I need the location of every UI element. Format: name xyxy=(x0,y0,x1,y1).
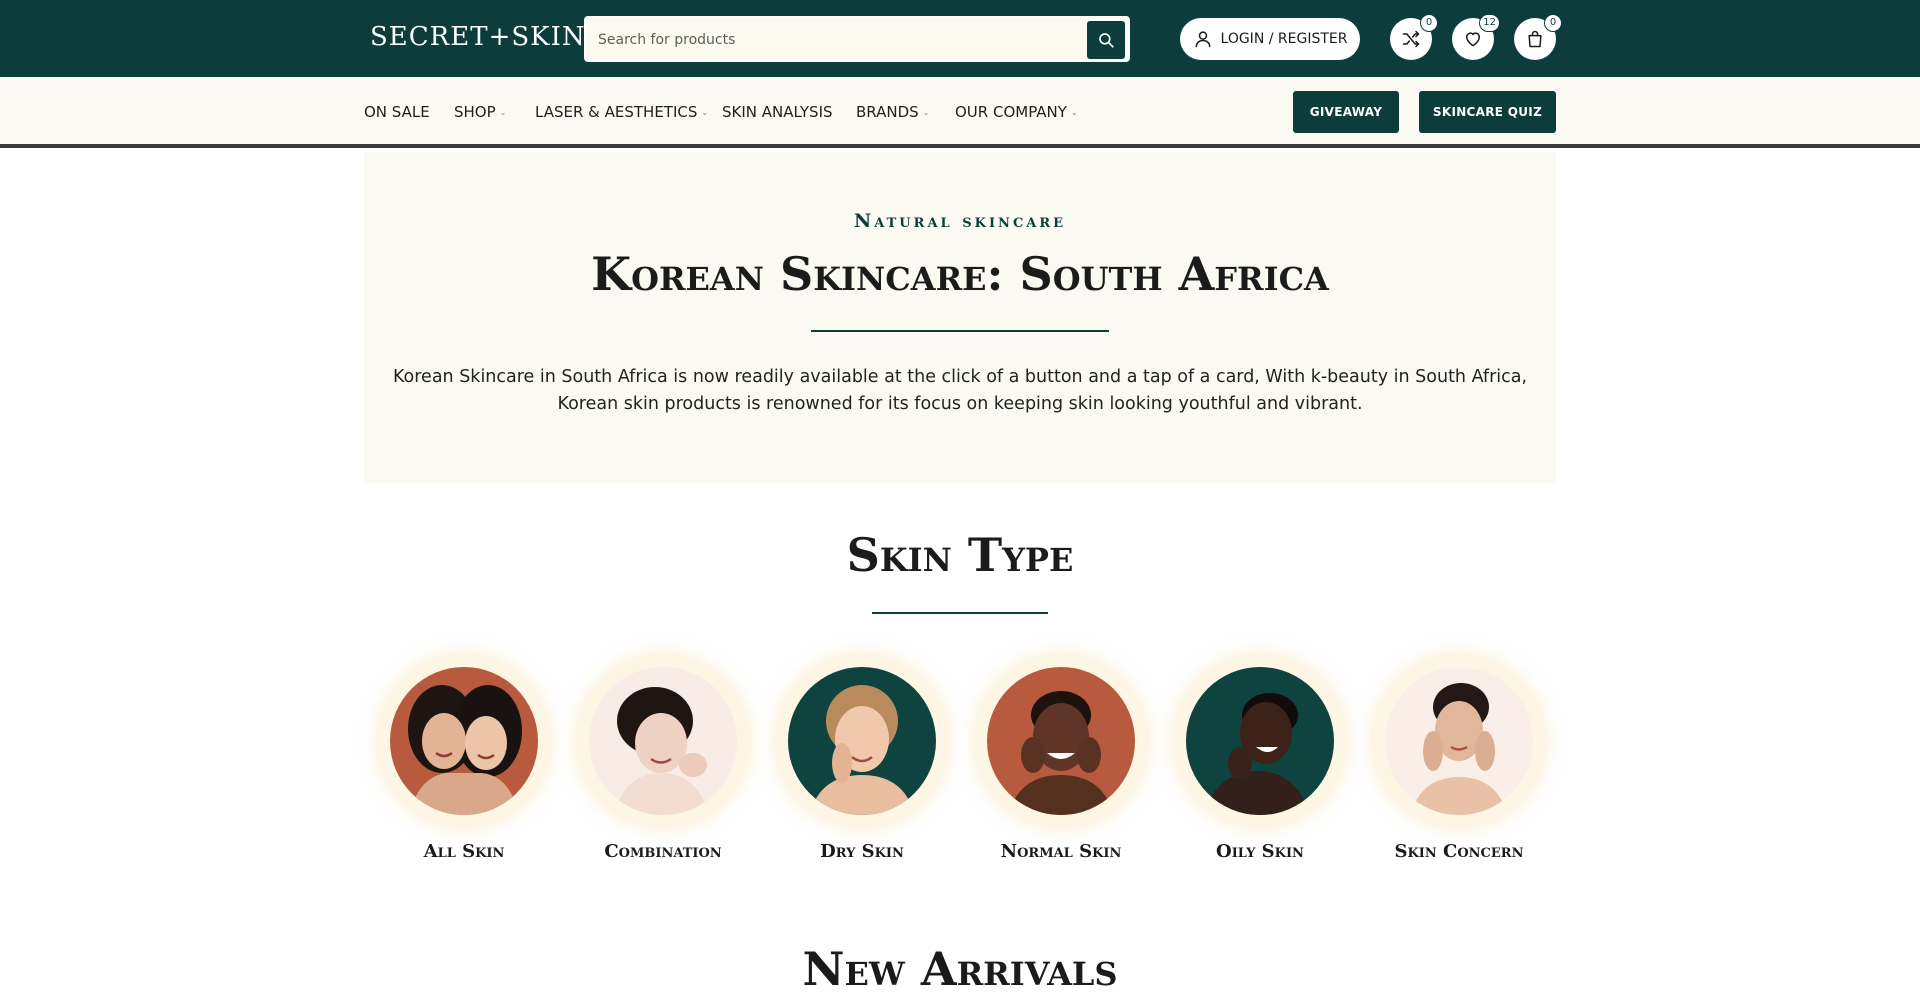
normal-skin-image xyxy=(987,667,1135,815)
skin-type-label: Combination xyxy=(604,841,722,862)
portrait-frame xyxy=(975,655,1147,827)
search-bar xyxy=(584,16,1130,62)
oily-skin-image xyxy=(1186,667,1334,815)
giveaway-button[interactable]: GIVEAWAY xyxy=(1293,91,1399,133)
top-header: SECRET+SKIN LOGIN / REGISTER 0 12 0 xyxy=(0,0,1920,77)
search-icon xyxy=(1099,33,1114,48)
skin-type-heading: Skin Type xyxy=(846,528,1074,582)
nav-item-brands[interactable]: BRANDS ⌄ xyxy=(856,103,929,121)
portrait-frame xyxy=(1174,655,1346,827)
chevron-down-icon: ⌄ xyxy=(701,107,709,117)
chevron-down-icon: ⌄ xyxy=(1070,107,1078,117)
chevron-down-icon: ⌄ xyxy=(499,107,507,117)
portrait-frame xyxy=(776,655,948,827)
page-title: Korean Skincare: South Africa xyxy=(591,247,1329,301)
skin-type-label: Dry Skin xyxy=(820,841,904,862)
skin-type-label: Oily Skin xyxy=(1216,841,1304,862)
nav-item-laser-aesthetics[interactable]: LASER & AESTHETICS ⌄ xyxy=(535,103,708,121)
heart-icon xyxy=(1466,32,1480,47)
wishlist-button[interactable]: 12 xyxy=(1452,14,1500,60)
nav-item-label: BRANDS xyxy=(856,103,919,121)
nav-item-our-company[interactable]: OUR COMPANY ⌄ xyxy=(955,103,1078,121)
portrait-frame xyxy=(577,655,749,827)
hero-description: Korean Skincare in South Africa is now r… xyxy=(392,367,1528,414)
combination-image xyxy=(589,667,737,815)
skincare-quiz-button[interactable]: SKINCARE QUIZ xyxy=(1419,91,1556,133)
search-input[interactable] xyxy=(598,27,1058,53)
all-skin-image xyxy=(390,667,538,815)
compare-button[interactable]: 0 xyxy=(1390,14,1438,60)
skin-type-label: Normal Skin xyxy=(1000,841,1122,862)
nav-item-skin-analysis[interactable]: SKIN ANALYSIS xyxy=(722,103,833,121)
nav-item-on-sale[interactable]: ON SALE xyxy=(364,103,430,121)
nav-item-label: OUR COMPANY xyxy=(955,103,1067,121)
bag-icon xyxy=(1528,30,1542,48)
hero-eyebrow: Natural skincare xyxy=(853,210,1067,232)
cart-button[interactable]: 0 xyxy=(1514,14,1562,60)
site-logo[interactable]: SECRET+SKIN xyxy=(370,22,586,52)
nav-item-label: SKIN ANALYSIS xyxy=(722,103,833,121)
nav-item-label: SHOP xyxy=(454,103,496,121)
dry-skin-image xyxy=(788,667,936,815)
hero-banner: Natural skincare Korean Skincare: South … xyxy=(364,152,1556,483)
search-button[interactable] xyxy=(1087,21,1125,59)
cart-count-badge: 0 xyxy=(1544,14,1562,32)
new-arrivals-heading: New Arrivals xyxy=(802,942,1118,993)
skin-type-label: All Skin xyxy=(423,841,505,862)
title-divider xyxy=(811,330,1109,332)
user-icon xyxy=(1195,31,1210,48)
wishlist-count-badge: 12 xyxy=(1479,14,1500,32)
portrait-frame xyxy=(1373,655,1545,827)
chevron-down-icon: ⌄ xyxy=(922,107,930,117)
main-nav: ON SALE SHOP ⌄ LASER & AESTHETICS ⌄ SKIN… xyxy=(0,77,1920,148)
skin-type-label: Skin Concern xyxy=(1394,841,1524,862)
nav-item-label: LASER & AESTHETICS xyxy=(535,103,698,121)
nav-item-label: ON SALE xyxy=(364,103,430,121)
login-register-label: LOGIN / REGISTER xyxy=(1220,31,1348,47)
portrait-frame xyxy=(378,655,550,827)
section-divider xyxy=(872,612,1048,614)
shuffle-icon xyxy=(1402,30,1420,48)
skin-concern-image xyxy=(1385,667,1533,815)
compare-count-badge: 0 xyxy=(1420,14,1438,32)
nav-item-shop[interactable]: SHOP ⌄ xyxy=(454,103,506,121)
login-register-button[interactable]: LOGIN / REGISTER xyxy=(1180,18,1360,60)
